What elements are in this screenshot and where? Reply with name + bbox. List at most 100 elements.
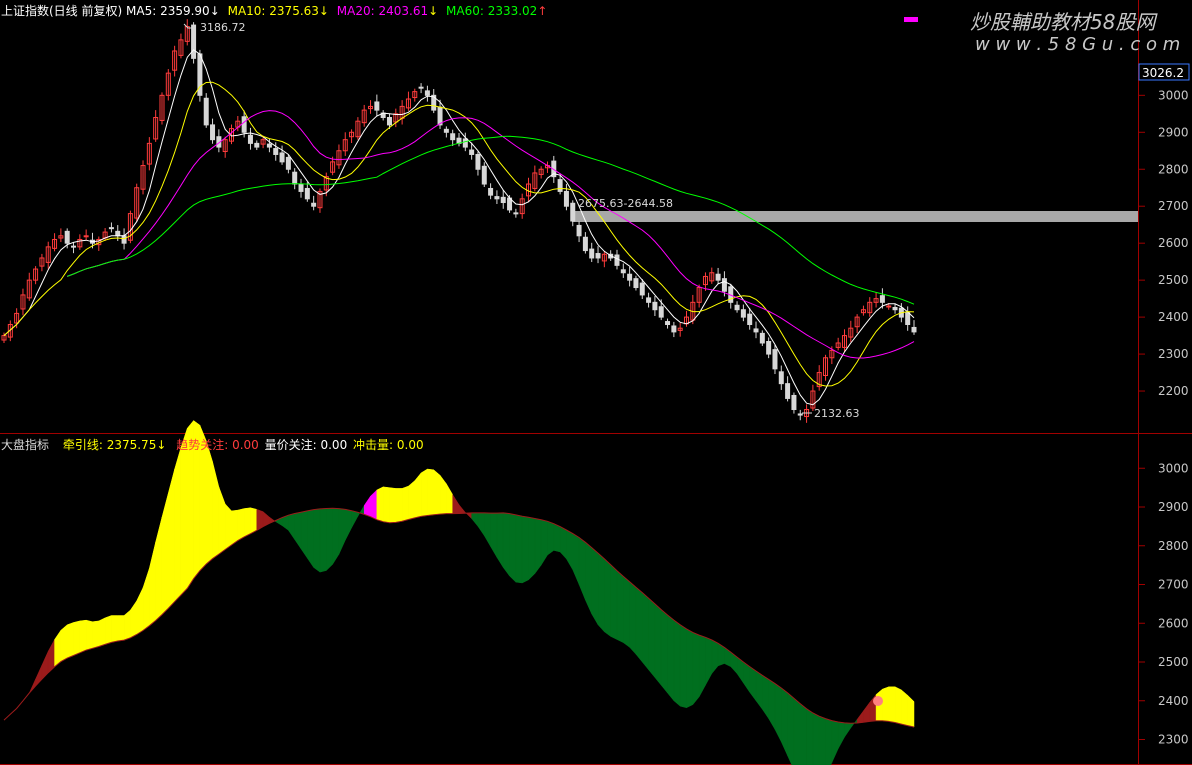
ma5-line	[3, 49, 915, 406]
indicator-fill-segment	[41, 651, 49, 680]
indicator-fill-segment	[130, 599, 137, 639]
candle-body	[747, 313, 753, 325]
ma10-label: MA10: 2375.63	[227, 4, 319, 18]
indicator-fill-segment	[818, 715, 826, 765]
ma20-arrow: ↓	[428, 4, 439, 18]
candle-body	[311, 202, 317, 207]
indicator-fill-segment	[326, 508, 333, 572]
indicator-fill-segment	[117, 615, 125, 642]
y-tick-label: 2200	[1158, 384, 1189, 398]
y-tick-label: 2300	[1158, 347, 1189, 361]
watermark-text: 炒股輔助教材58股网	[970, 10, 1156, 34]
ma5-label: MA5: 2359.90	[126, 4, 210, 18]
candle-body	[671, 325, 677, 333]
candle-body	[627, 273, 633, 281]
indicator-fill-segment	[395, 488, 403, 523]
candle-body	[386, 117, 392, 126]
y-tick-label: 2300	[1158, 733, 1189, 747]
volprice-label: 量价关注: 0.00	[264, 438, 348, 452]
candle-body	[494, 196, 500, 200]
resistance-band	[572, 211, 1138, 222]
candle-body	[652, 301, 658, 311]
indicator-fill-segment	[149, 541, 156, 627]
candle-body	[892, 306, 898, 311]
y-tick-label: 2600	[1158, 616, 1189, 630]
candle-body	[633, 278, 639, 289]
indicator-fill-segment	[616, 570, 624, 644]
indicator-fill-segment	[642, 592, 649, 671]
watermark-url: w w w . 5 8 G u . c o m	[975, 34, 1180, 55]
indicator-fill-segment	[357, 504, 365, 518]
indicator-fill-segment	[793, 697, 801, 765]
indicator-fill-segment	[168, 468, 175, 609]
y-tick-label: 2400	[1158, 310, 1189, 324]
indicator-fill-segment	[502, 512, 510, 577]
watermark-url-text: w w w . 5 8 G u . c o m	[975, 34, 1181, 55]
indicator-fill-segment	[224, 503, 232, 551]
candle-body	[772, 349, 778, 370]
candle-body	[298, 183, 304, 192]
indicator-fill-segment	[92, 620, 100, 649]
indicator-fill-segment	[205, 440, 213, 565]
candle-body	[83, 235, 89, 238]
indicator-fill-segment	[679, 624, 687, 709]
candle-body	[557, 179, 563, 192]
indicator-fill-segment	[155, 517, 163, 622]
candle-body	[766, 341, 772, 355]
candle-body	[658, 306, 664, 318]
candle-body	[450, 133, 456, 141]
index-title: 上证指数(日线 前复权)	[1, 4, 123, 18]
indicator-fill-segment	[901, 689, 908, 726]
candle-body	[292, 171, 298, 185]
indicator-fill-segment	[332, 508, 340, 566]
ma20-line	[67, 110, 915, 359]
indicator-fill-segment	[837, 721, 845, 749]
trend-label: 趋势关注: 0.00	[176, 438, 259, 452]
candle-body	[785, 383, 791, 399]
candle-body	[469, 149, 475, 155]
y-tick-label: 2500	[1158, 655, 1189, 669]
candle-body	[241, 116, 247, 133]
indicator-fill-segment	[408, 480, 416, 520]
y-tick-label: 2600	[1158, 236, 1189, 250]
indicator-fill-segment	[414, 472, 422, 519]
indicator-fill-segment	[787, 692, 795, 765]
indicator-fill-segment	[667, 614, 675, 702]
indicator-fill-segment	[174, 447, 182, 603]
ma20-label: MA20: 2403.61	[336, 4, 429, 18]
y-tick-label: 2900	[1158, 125, 1189, 139]
candle-body	[71, 245, 77, 248]
indicator-fill-segment	[288, 513, 295, 541]
candle-body	[778, 371, 784, 385]
indicator-fill-segment	[363, 495, 371, 518]
candle-body	[488, 187, 494, 196]
indicator-fill-segment	[654, 603, 662, 686]
indicator-fill-segment	[104, 615, 112, 645]
indicator-fill-segment	[812, 712, 820, 765]
candle-body	[513, 212, 519, 215]
impact-label: 冲击量: 0.00	[353, 438, 424, 452]
indicator-fill-segment	[762, 674, 769, 720]
indicator-fill-segment	[806, 708, 814, 765]
indicator-fill-segment	[768, 678, 776, 731]
indicator-fill-segment	[540, 519, 548, 566]
candle-body	[462, 138, 468, 148]
indicator-fill-segment	[844, 722, 852, 738]
candle-body	[285, 156, 291, 170]
y-tick-label: 3000	[1158, 88, 1189, 102]
indicator-fill-segment	[698, 634, 706, 697]
indicator-fill-segment	[591, 547, 599, 626]
candle-body	[418, 86, 424, 89]
candle-body	[576, 224, 582, 237]
candle-body	[734, 304, 740, 311]
candle-body	[715, 273, 721, 281]
indicator-fill-segment	[572, 533, 580, 585]
indicator-fill-segment	[648, 597, 656, 679]
indicator-fill-segment	[313, 508, 321, 573]
candle-body	[64, 230, 70, 244]
indicator-fill-segment	[471, 512, 479, 528]
indicator-fill-segment	[218, 486, 226, 555]
indicator-fill-segment	[66, 622, 74, 659]
indicator-fill-segment	[180, 428, 188, 596]
candle-body	[115, 230, 121, 237]
